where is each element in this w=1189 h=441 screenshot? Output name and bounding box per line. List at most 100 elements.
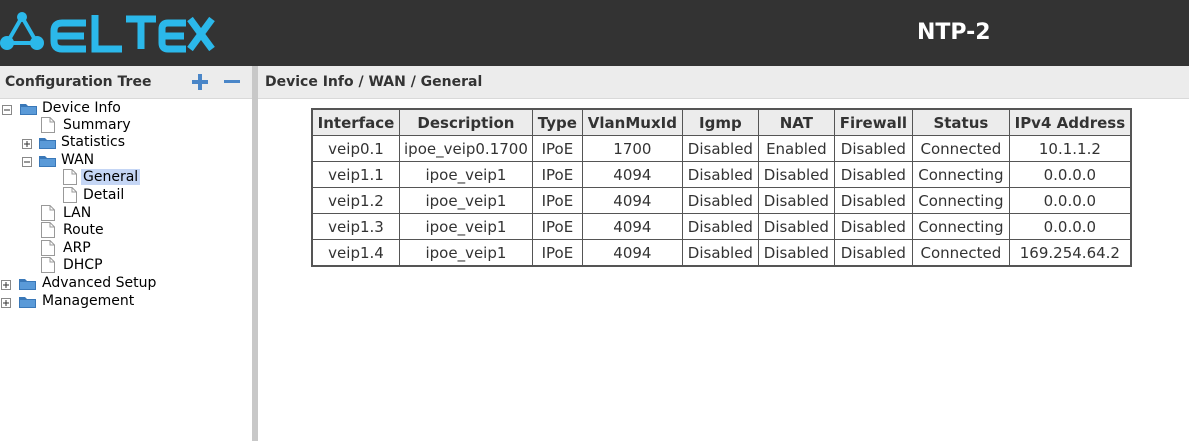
device-name: NTP-2 (917, 20, 991, 45)
tree-node-route[interactable]: Route (41, 221, 106, 239)
table-header-row: Interface Description Type VlanMuxId Igm… (311, 108, 1132, 136)
folder-icon (19, 277, 36, 290)
tree-node-general[interactable]: General (63, 168, 141, 186)
page-icon (41, 205, 55, 221)
config-tree-header: Configuration Tree (0, 66, 252, 99)
content-panel: Device Info / WAN / General Interface De… (258, 66, 1189, 441)
cell-firewall: Disabled (833, 213, 913, 240)
cell-nat: Disabled (757, 213, 835, 240)
cell-interface: veip0.1 (311, 135, 400, 162)
cell-nat: Disabled (757, 187, 835, 214)
column-header-ipv4-address: IPv4 Address (1008, 108, 1132, 136)
cell-vlanmuxid: 4094 (581, 187, 683, 214)
folder-open-icon (20, 102, 37, 115)
cell-ipv4-address: 169.254.64.2 (1008, 239, 1132, 267)
folder-icon (39, 136, 56, 149)
cell-type: IPoE (531, 187, 583, 214)
cell-interface: veip1.3 (311, 213, 400, 240)
cell-type: IPoE (531, 161, 583, 188)
cell-ipv4-address: 10.1.1.2 (1008, 135, 1132, 162)
tree-label: Detail (83, 187, 125, 203)
cell-status: Connecting (911, 187, 1010, 214)
cell-interface: veip1.2 (311, 187, 400, 214)
table-row: veip1.3 ipoe_veip1 IPoE 4094 Disabled Di… (311, 213, 1132, 240)
tree-node-summary[interactable]: Summary (41, 116, 133, 134)
tree-label: Advanced Setup (42, 275, 157, 291)
cell-description: ipoe_veip1 (399, 161, 533, 188)
cell-igmp: Disabled (681, 213, 759, 240)
tree-label: Route (63, 222, 104, 238)
cell-igmp: Disabled (681, 187, 759, 214)
page-icon (63, 187, 77, 203)
cell-status: Connected (911, 135, 1010, 162)
cell-nat: Disabled (757, 161, 835, 188)
tree-label: Summary (63, 117, 131, 133)
cell-interface: veip1.4 (311, 239, 400, 267)
cell-ipv4-address: 0.0.0.0 (1008, 187, 1132, 214)
column-header-type: Type (531, 108, 583, 136)
tree-node-device-info[interactable]: Device Info (2, 99, 123, 117)
tree-node-arp[interactable]: ARP (41, 239, 93, 257)
collapse-toggle-icon[interactable] (2, 103, 12, 115)
expand-toggle-icon[interactable] (22, 137, 32, 149)
table-row: veip1.2 ipoe_veip1 IPoE 4094 Disabled Di… (311, 187, 1132, 214)
cell-vlanmuxid: 1700 (581, 135, 683, 162)
column-header-description: Description (399, 108, 533, 136)
cell-igmp: Disabled (681, 161, 759, 188)
expand-toggle-icon[interactable] (1, 296, 11, 308)
tree-label: DHCP (63, 257, 103, 273)
cell-ipv4-address: 0.0.0.0 (1008, 213, 1132, 240)
column-header-interface: Interface (311, 108, 400, 136)
plus-icon (192, 74, 208, 90)
wan-table: Interface Description Type VlanMuxId Igm… (311, 108, 1132, 267)
tree-label: LAN (63, 205, 92, 221)
cell-status: Connected (911, 239, 1010, 267)
page-icon (41, 257, 55, 273)
cell-status: Connecting (911, 213, 1010, 240)
config-tree-panel: Configuration Tree Device Info Summary S… (0, 66, 252, 441)
tree-node-statistics[interactable]: Statistics (22, 133, 127, 151)
tree-label: Management (42, 293, 135, 309)
tree-node-wan[interactable]: WAN (22, 151, 96, 169)
cell-igmp: Disabled (681, 239, 759, 267)
folder-icon (19, 295, 36, 308)
cell-description: ipoe_veip0.1700 (399, 135, 533, 162)
breadcrumb: Device Info / WAN / General (265, 74, 483, 90)
cell-status: Connecting (911, 161, 1010, 188)
cell-firewall: Disabled (833, 239, 913, 267)
column-header-firewall: Firewall (833, 108, 913, 136)
collapse-all-button[interactable] (223, 73, 241, 91)
cell-nat: Enabled (757, 135, 835, 162)
folder-open-icon (39, 154, 56, 167)
tree-node-advanced-setup[interactable]: Advanced Setup (1, 274, 158, 292)
cell-description: ipoe_veip1 (399, 239, 533, 267)
column-header-nat: NAT (757, 108, 835, 136)
expand-toggle-icon[interactable] (1, 278, 11, 290)
config-tree-title: Configuration Tree (5, 74, 152, 90)
page-icon (41, 117, 55, 133)
table-row: veip0.1 ipoe_veip0.1700 IPoE 1700 Disabl… (311, 135, 1132, 162)
column-header-status: Status (911, 108, 1010, 136)
collapse-toggle-icon[interactable] (22, 155, 32, 167)
tree-node-dhcp[interactable]: DHCP (41, 256, 105, 274)
cell-description: ipoe_veip1 (399, 187, 533, 214)
eltex-logo (0, 12, 215, 53)
table-row: veip1.1 ipoe_veip1 IPoE 4094 Disabled Di… (311, 161, 1132, 188)
cell-firewall: Disabled (833, 161, 913, 188)
tree-node-detail[interactable]: Detail (63, 186, 126, 204)
cell-vlanmuxid: 4094 (581, 213, 683, 240)
column-header-vlanmuxid: VlanMuxId (581, 108, 683, 136)
tree-label: ARP (63, 240, 91, 256)
table-row: veip1.4 ipoe_veip1 IPoE 4094 Disabled Di… (311, 239, 1132, 267)
tree-node-management[interactable]: Management (1, 292, 136, 310)
expand-all-button[interactable] (191, 73, 209, 91)
cell-type: IPoE (531, 135, 583, 162)
tree-label: WAN (61, 152, 95, 168)
breadcrumb-bar: Device Info / WAN / General (258, 66, 1189, 99)
cell-vlanmuxid: 4094 (581, 239, 683, 267)
page-icon (41, 240, 55, 256)
cell-description: ipoe_veip1 (399, 213, 533, 240)
column-header-igmp: Igmp (681, 108, 759, 136)
tree-node-lan[interactable]: LAN (41, 204, 93, 222)
cell-interface: veip1.1 (311, 161, 400, 188)
